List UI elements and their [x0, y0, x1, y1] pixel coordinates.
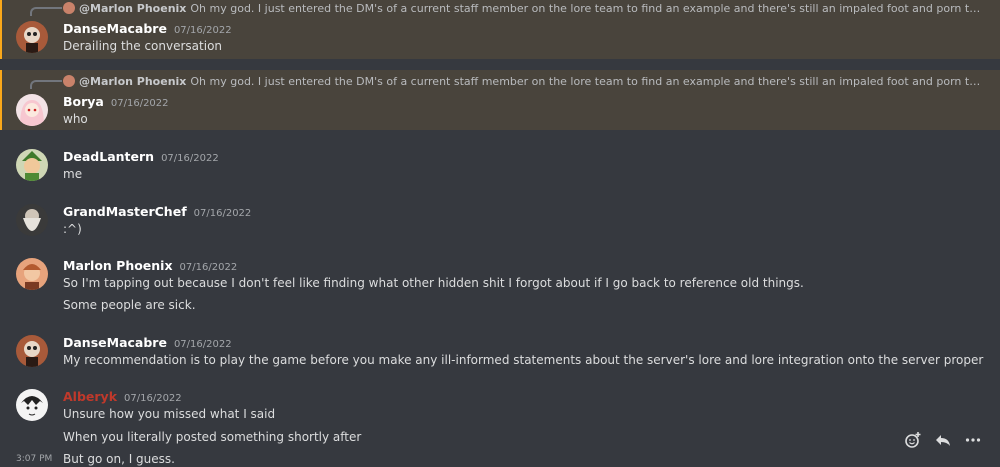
timestamp[interactable]: 07/16/2022 [161, 153, 219, 164]
message-text: But go on, I guess. [63, 452, 175, 466]
timestamp[interactable]: 07/16/2022 [180, 262, 238, 273]
message-header: DeadLantern 07/16/2022 [63, 149, 219, 164]
avatar[interactable] [16, 335, 48, 367]
timestamp[interactable]: 07/16/2022 [174, 339, 232, 350]
username[interactable]: Marlon Phoenix [63, 258, 173, 273]
message-header: Borya 07/16/2022 [63, 94, 169, 109]
avatar[interactable] [16, 21, 48, 53]
reply-text[interactable]: Oh my god. I just entered the DM's of a … [190, 2, 983, 15]
reply-author[interactable]: @Marlon Phoenix [79, 2, 186, 15]
message-header: DanseMacabre 07/16/2022 [63, 21, 232, 36]
message-text: :^) [63, 222, 82, 236]
message-header: Marlon Phoenix 07/16/2022 [63, 258, 237, 273]
reply-connector [30, 80, 62, 89]
message-hover-toolbar [898, 425, 988, 455]
message-header: Alberyk 07/16/2022 [63, 389, 182, 404]
avatar[interactable] [16, 258, 48, 290]
reply-preview[interactable]: @Marlon Phoenix Oh my god. I just entere… [63, 73, 983, 89]
reply-author[interactable]: @Marlon Phoenix [79, 75, 186, 88]
message-text: So I'm tapping out because I don't feel … [63, 276, 804, 290]
hover-timestamp: 3:07 PM [16, 454, 53, 464]
message-text: My recommendation is to play the game be… [63, 353, 984, 367]
avatar[interactable] [16, 204, 48, 236]
username[interactable]: DeadLantern [63, 149, 154, 164]
message-text: When you literally posted something shor… [63, 430, 362, 444]
message-text: Derailing the conversation [63, 39, 223, 53]
reply-text[interactable]: Oh my god. I just entered the DM's of a … [190, 75, 983, 88]
add-reaction-icon[interactable] [902, 429, 924, 451]
reply-avatar [63, 75, 75, 87]
more-icon[interactable] [962, 429, 984, 451]
reply-icon[interactable] [932, 429, 954, 451]
message-text: Unsure how you missed what I said [63, 407, 276, 421]
avatar[interactable] [16, 149, 48, 181]
username[interactable]: Borya [63, 94, 104, 109]
timestamp[interactable]: 07/16/2022 [194, 208, 252, 219]
timestamp[interactable]: 07/16/2022 [124, 393, 182, 404]
username[interactable]: GrandMasterChef [63, 204, 187, 219]
username[interactable]: Alberyk [63, 389, 117, 404]
message-header: DanseMacabre 07/16/2022 [63, 335, 232, 350]
timestamp[interactable]: 07/16/2022 [111, 98, 169, 109]
message-header: GrandMasterChef 07/16/2022 [63, 204, 251, 219]
reply-preview[interactable]: @Marlon Phoenix Oh my god. I just entere… [63, 0, 983, 16]
username[interactable]: DanseMacabre [63, 335, 167, 350]
reply-connector [30, 7, 62, 16]
reply-avatar [63, 2, 75, 14]
avatar[interactable] [16, 94, 48, 126]
message-text: who [63, 112, 88, 126]
username[interactable]: DanseMacabre [63, 21, 167, 36]
timestamp[interactable]: 07/16/2022 [174, 25, 232, 36]
message-text: Some people are sick. [63, 298, 196, 312]
message-text: me [63, 167, 83, 181]
avatar[interactable] [16, 389, 48, 421]
